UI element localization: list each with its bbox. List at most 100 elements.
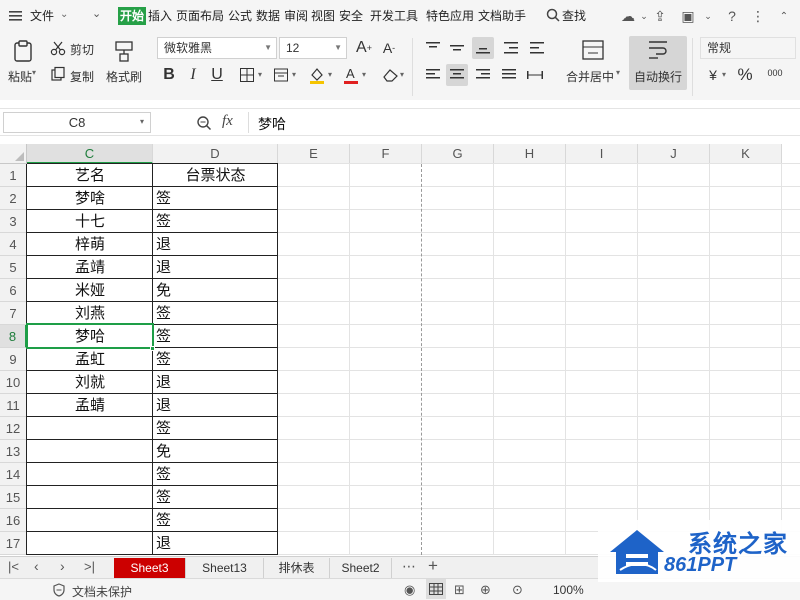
tab-doc-assistant[interactable]: 文档助手 bbox=[478, 7, 526, 25]
indent-increase-icon[interactable] bbox=[526, 37, 548, 59]
row-header-13[interactable]: 13 bbox=[0, 440, 27, 463]
select-all-corner[interactable] bbox=[0, 144, 27, 164]
row-header-9[interactable]: 9 bbox=[0, 348, 27, 371]
chevron-down-icon[interactable]: ▾ bbox=[400, 70, 404, 79]
copy-icon[interactable] bbox=[50, 66, 66, 82]
copy-button[interactable]: 复制 bbox=[70, 68, 94, 85]
cell-status[interactable]: 签 bbox=[156, 302, 278, 325]
cell-name[interactable]: 十七 bbox=[27, 210, 153, 233]
tab-review[interactable]: 审阅 bbox=[284, 7, 308, 25]
row-header-5[interactable]: 5 bbox=[0, 256, 27, 279]
cell-name[interactable]: 孟靖 bbox=[27, 256, 153, 279]
paste-button[interactable]: 粘贴 bbox=[8, 68, 32, 85]
fill-style-icon[interactable] bbox=[270, 64, 292, 86]
column-header-d[interactable]: D bbox=[153, 144, 278, 164]
cell-status[interactable]: 签 bbox=[156, 187, 278, 210]
underline-button[interactable]: U bbox=[206, 64, 228, 86]
tab-page-layout[interactable]: 页面布局 bbox=[176, 7, 224, 25]
sheet-tab-sheet13[interactable]: Sheet13 bbox=[186, 558, 264, 578]
share-icon[interactable]: ⇪ bbox=[650, 6, 670, 26]
align-center-icon[interactable] bbox=[446, 64, 468, 86]
font-size-select[interactable]: 12 ▼ bbox=[279, 37, 347, 59]
tab-security[interactable]: 安全 bbox=[339, 7, 363, 25]
cell-status[interactable]: 签 bbox=[156, 417, 278, 440]
tab-data[interactable]: 数据 bbox=[256, 7, 280, 25]
tab-insert[interactable]: 插入 bbox=[148, 7, 172, 25]
row-header-6[interactable]: 6 bbox=[0, 279, 27, 302]
font-shrink-icon[interactable]: A- bbox=[378, 37, 400, 59]
bold-button[interactable]: B bbox=[158, 64, 180, 86]
chevron-down-icon[interactable]: ▾ bbox=[362, 70, 366, 79]
row-header-17[interactable]: 17 bbox=[0, 532, 27, 555]
header-cell-name[interactable]: 艺名 bbox=[27, 164, 153, 187]
search-icon[interactable] bbox=[546, 8, 560, 25]
row-header-2[interactable]: 2 bbox=[0, 187, 27, 210]
zoom-function-icon[interactable] bbox=[196, 115, 212, 134]
search-label[interactable]: 查找 bbox=[562, 7, 586, 25]
cell-status[interactable]: 退 bbox=[156, 233, 278, 256]
column-header-i[interactable]: I bbox=[566, 144, 638, 164]
row-header-14[interactable]: 14 bbox=[0, 463, 27, 486]
chevron-down-icon[interactable]: ▾ bbox=[292, 70, 296, 79]
indent-decrease-icon[interactable] bbox=[500, 37, 522, 59]
scissors-icon[interactable] bbox=[50, 40, 66, 56]
row-header-1[interactable]: 1 bbox=[0, 164, 27, 187]
cell-status[interactable]: 退 bbox=[156, 532, 278, 555]
align-left-icon[interactable] bbox=[422, 64, 444, 86]
font-grow-icon[interactable]: A + bbox=[353, 37, 375, 59]
help-icon[interactable]: ? bbox=[722, 6, 742, 26]
align-middle-icon[interactable] bbox=[446, 37, 468, 59]
more-icon[interactable]: ⋮ bbox=[748, 6, 768, 26]
zoom-level[interactable]: 100% bbox=[553, 583, 584, 597]
cell-name[interactable] bbox=[27, 463, 153, 486]
normal-view-icon[interactable] bbox=[426, 579, 446, 599]
column-header-g[interactable]: G bbox=[422, 144, 494, 164]
cell-name[interactable]: 刘燕 bbox=[27, 302, 153, 325]
cut-button[interactable]: 剪切 bbox=[70, 41, 94, 58]
fill-handle[interactable] bbox=[150, 346, 155, 351]
file-menu[interactable]: 文件 bbox=[30, 7, 54, 25]
tab-formula[interactable]: 公式 bbox=[228, 7, 252, 25]
active-cell-selection[interactable] bbox=[26, 323, 154, 349]
hamburger-icon[interactable] bbox=[8, 8, 24, 24]
row-header-8[interactable]: 8 bbox=[0, 325, 27, 348]
cell-status[interactable]: 签 bbox=[156, 509, 278, 532]
border-icon[interactable] bbox=[236, 64, 258, 86]
tab-view[interactable]: 视图 bbox=[311, 7, 335, 25]
cell-status[interactable]: 签 bbox=[156, 348, 278, 371]
align-right-icon[interactable] bbox=[472, 64, 494, 86]
column-header-h[interactable]: H bbox=[494, 144, 566, 164]
chevron-down-icon[interactable]: ▾ bbox=[32, 68, 36, 77]
cell-status[interactable]: 免 bbox=[156, 279, 278, 302]
row-header-12[interactable]: 12 bbox=[0, 417, 27, 440]
eye-icon[interactable]: ◉ bbox=[404, 582, 415, 598]
first-sheet-icon[interactable]: |< bbox=[8, 559, 19, 574]
export-icon[interactable]: ▣ bbox=[678, 6, 698, 26]
cell-name[interactable] bbox=[27, 532, 153, 555]
cell-name[interactable] bbox=[27, 486, 153, 509]
add-sheet-icon[interactable]: + bbox=[428, 556, 438, 576]
chevron-down-icon[interactable]: ⌄ bbox=[698, 6, 718, 26]
merge-cells-icon[interactable] bbox=[580, 38, 606, 62]
reading-mode-icon[interactable]: ⊙ bbox=[512, 582, 523, 598]
chevron-down-icon[interactable]: ⌄ bbox=[60, 9, 68, 20]
cell-name[interactable]: 孟蜻 bbox=[27, 394, 153, 417]
number-format-select[interactable]: 常规 bbox=[700, 37, 796, 59]
cell-status[interactable]: 签 bbox=[156, 210, 278, 233]
protection-status[interactable]: 文档未保护 bbox=[72, 583, 132, 600]
align-top-icon[interactable] bbox=[422, 37, 444, 59]
eraser-icon[interactable] bbox=[380, 64, 402, 86]
tab-home[interactable]: 开始 bbox=[118, 7, 147, 25]
cell-status[interactable]: 签 bbox=[156, 486, 278, 509]
italic-button[interactable]: I bbox=[182, 64, 204, 86]
cell-name[interactable] bbox=[27, 417, 153, 440]
row-header-11[interactable]: 11 bbox=[0, 394, 27, 417]
justify-icon[interactable] bbox=[498, 64, 520, 86]
cell-name[interactable]: 米娅 bbox=[27, 279, 153, 302]
chevron-down-icon[interactable]: ▾ bbox=[616, 68, 620, 77]
collapse-ribbon-icon[interactable]: ⌃ bbox=[774, 6, 794, 26]
distribute-icon[interactable] bbox=[524, 64, 546, 86]
thousands-separator-button[interactable]: 000 bbox=[762, 62, 788, 84]
sheet-tab-sheet3[interactable]: Sheet3 bbox=[114, 558, 186, 578]
fill-color-icon[interactable] bbox=[306, 64, 328, 86]
